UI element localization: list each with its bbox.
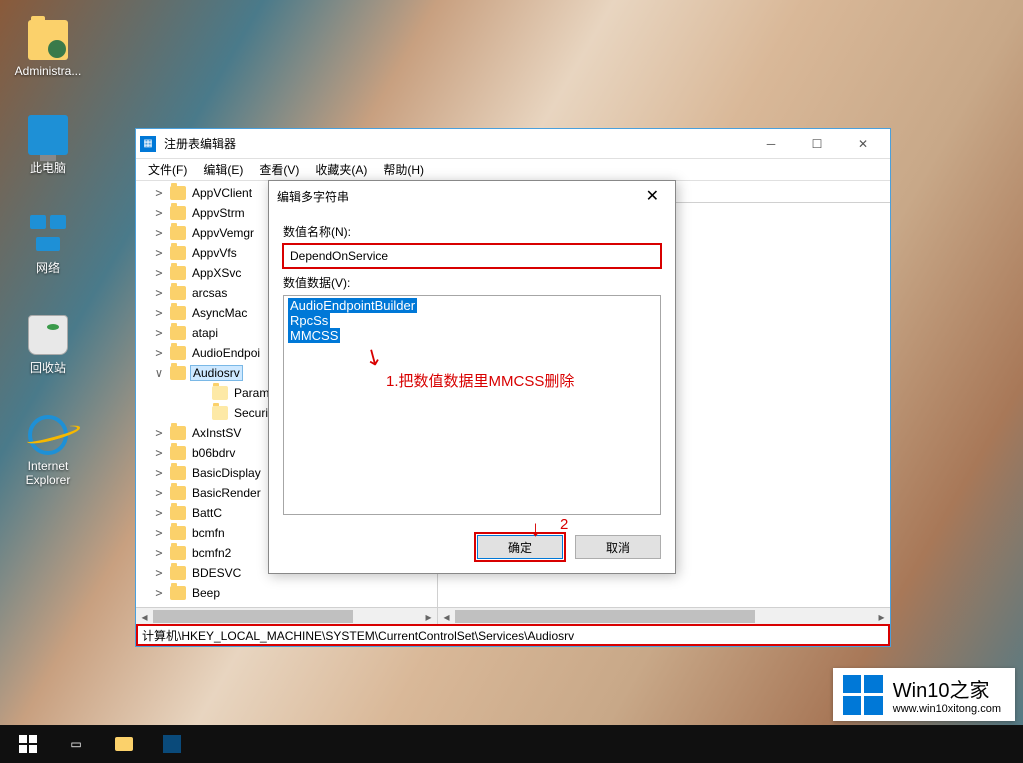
tree-item-label: AppXSvc [190,266,243,280]
menu-favorites[interactable]: 收藏夹(A) [309,159,373,180]
recycle-bin-icon [28,315,68,355]
desktop-icon-label: 回收站 [10,359,86,376]
folder-icon [170,266,186,280]
tree-item-label: BDESVC [190,566,243,580]
dialog-titlebar: 编辑多字符串 ✕ [269,181,675,211]
edit-multistring-dialog: 编辑多字符串 ✕ 数值名称(N): 数值数据(V): AudioEndpoint… [268,180,676,574]
close-button[interactable]: ✕ [840,129,886,159]
desktop-icon-recycle-bin[interactable]: 回收站 [10,315,86,376]
titlebar: ▦ 注册表编辑器 ─ ☐ ✕ [136,129,890,159]
tree-hscrollbar[interactable]: ◂ ▸ [136,607,438,624]
tree-item-label: AppvVemgr [190,226,256,240]
watermark: Win10之家 www.win10xitong.com [833,668,1015,721]
menubar: 文件(F) 编辑(E) 查看(V) 收藏夹(A) 帮助(H) [136,159,890,181]
watermark-brand: Win10之家 [893,674,1001,703]
desktop-icon-label: 网络 [10,259,86,276]
windows-logo-icon [843,675,883,715]
menu-view[interactable]: 查看(V) [253,159,305,180]
desktop-icon-network[interactable]: 网络 [10,215,86,276]
folder-icon [170,246,186,260]
value-name-label: 数值名称(N): [283,223,661,240]
tree-item-label: AxInstSV [190,426,243,440]
desktop-icon-label: Explorer [10,473,86,487]
folder-icon [170,466,186,480]
tree-item-label: Audiosrv [190,365,243,381]
tree-item-label: b06bdrv [190,446,237,460]
menu-help[interactable]: 帮助(H) [377,159,430,180]
textarea-line: MMCSS [288,328,340,343]
folder-icon [170,286,186,300]
tree-item-label: AppvStrm [190,206,247,220]
folder-icon [170,506,186,520]
folder-icon [212,386,228,400]
desktop-icon-label: Administra... [10,64,86,78]
folder-icon [212,406,228,420]
dialog-close-button[interactable]: ✕ [638,184,667,208]
network-icon [28,215,68,255]
desktop-icon-this-pc[interactable]: 此电脑 [10,115,86,176]
folder-icon [170,366,186,380]
statusbar-path: 计算机\HKEY_LOCAL_MACHINE\SYSTEM\CurrentCon… [136,624,890,646]
tree-item-label: BattC [190,506,224,520]
taskbar-app[interactable] [148,725,196,763]
textarea-line: AudioEndpointBuilder [288,298,417,313]
folder-icon [170,326,186,340]
folder-icon [170,566,186,580]
folder-icon [170,546,186,560]
menu-edit[interactable]: 编辑(E) [197,159,249,180]
watermark-url: www.win10xitong.com [893,703,1001,715]
folder-icon [170,226,186,240]
tree-item-label: bcmfn [190,526,227,540]
ok-button[interactable]: 确定 [477,535,563,559]
tree-item-label: arcsas [190,286,229,300]
tree-item-label: Beep [190,586,222,600]
folder-icon [170,526,186,540]
tree-item-label: AudioEndpoi [190,346,262,360]
window-title: 注册表编辑器 [164,135,748,152]
tree-item-label: bcmfn2 [190,546,233,560]
minimize-button[interactable]: ─ [748,129,794,159]
cancel-button[interactable]: 取消 [575,535,661,559]
dialog-title: 编辑多字符串 [277,188,349,205]
tree-item-label: AppVClient [190,186,254,200]
value-data-textarea[interactable]: AudioEndpointBuilderRpcSsMMCSS [283,295,661,515]
desktop-icon-administrator[interactable]: Administra... [10,20,86,78]
folder-icon [170,206,186,220]
maximize-button[interactable]: ☐ [794,129,840,159]
value-data-label: 数值数据(V): [283,274,661,291]
folder-icon [170,426,186,440]
folder-icon [170,446,186,460]
ie-icon [28,415,68,455]
tree-item-label: BasicRender [190,486,263,500]
monitor-icon [28,115,68,155]
regedit-icon: ▦ [140,136,156,152]
desktop-icon-label: Internet [10,459,86,473]
value-name-input[interactable] [283,244,661,268]
list-hscrollbar[interactable]: ◂ ▸ [438,607,890,624]
folder-icon [170,306,186,320]
tree-item[interactable]: >Beep [136,583,437,603]
tree-item-label: AppvVfs [190,246,239,260]
folder-icon [170,486,186,500]
task-view-button[interactable]: ▭ [52,725,100,763]
tree-item-label: AsyncMac [190,306,249,320]
file-explorer-taskbar[interactable] [100,725,148,763]
desktop-icon-ie[interactable]: Internet Explorer [10,415,86,487]
tree-item-label: BasicDisplay [190,466,263,480]
menu-file[interactable]: 文件(F) [142,159,193,180]
folder-icon [170,586,186,600]
desktop-icon-label: 此电脑 [10,159,86,176]
textarea-line: RpcSs [288,313,330,328]
start-button[interactable] [4,725,52,763]
folder-user-icon [28,20,68,60]
taskbar: ▭ [0,725,1023,763]
folder-icon [170,186,186,200]
folder-icon [170,346,186,360]
tree-item-label: atapi [190,326,220,340]
